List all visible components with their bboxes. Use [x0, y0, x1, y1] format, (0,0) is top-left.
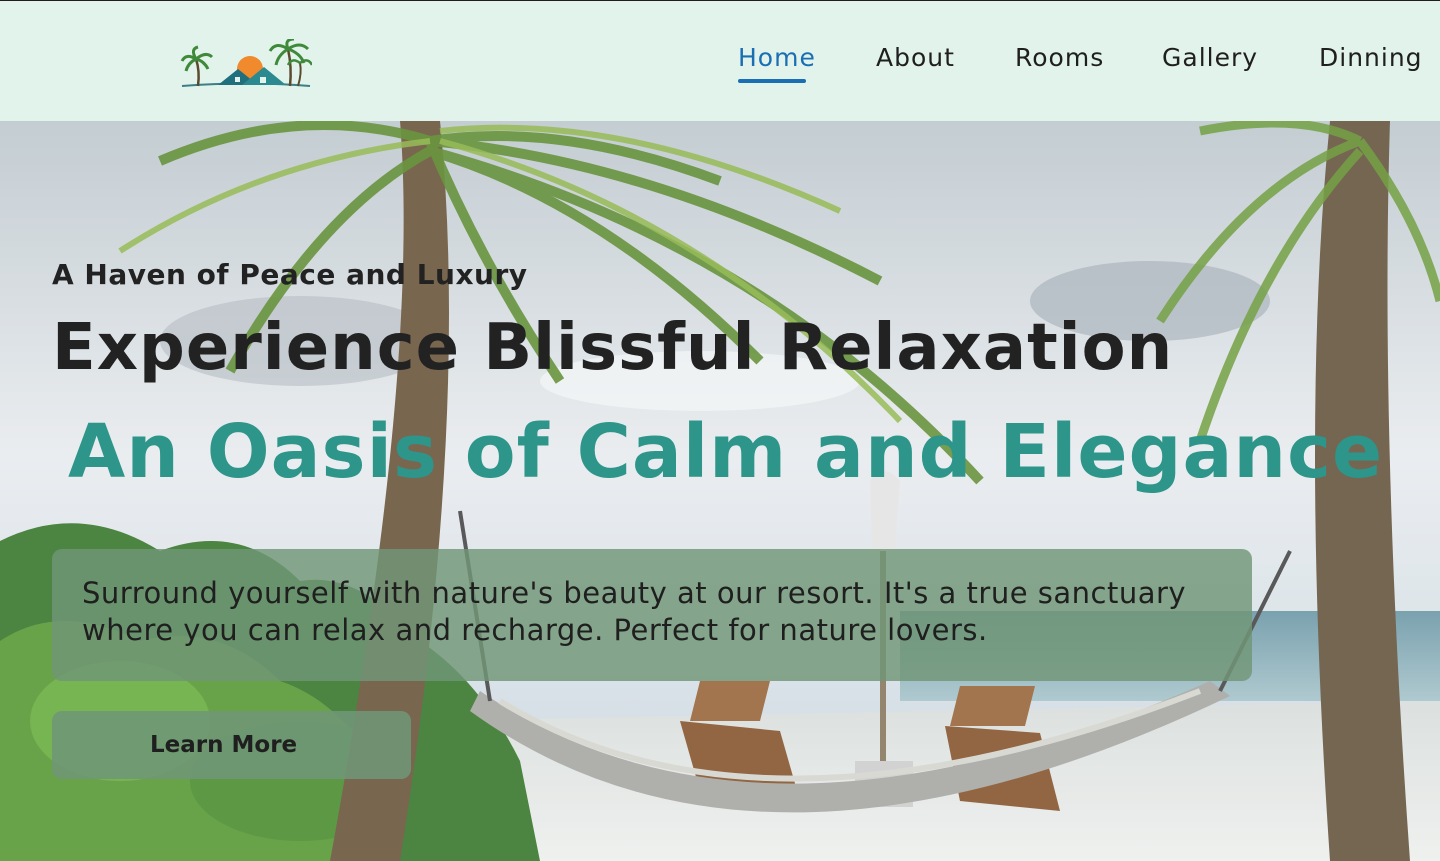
nav-rooms[interactable]: Rooms — [1015, 43, 1104, 72]
hero-description-panel: Surround yourself with nature's beauty a… — [52, 549, 1252, 681]
hero-headline: Experience Blissful Relaxation — [52, 311, 1174, 385]
nav-home[interactable]: Home — [738, 43, 816, 72]
hero-tagline: A Haven of Peace and Luxury — [52, 258, 528, 291]
site-header: Home About Rooms Gallery Dinning — [0, 1, 1440, 121]
main-nav: Home About Rooms Gallery Dinning — [0, 43, 1440, 83]
hero-subheadline: An Oasis of Calm and Elegance — [68, 409, 1384, 495]
active-nav-underline — [738, 79, 806, 83]
nav-about[interactable]: About — [876, 43, 955, 72]
hero-section: A Haven of Peace and Luxury Experience B… — [0, 121, 1440, 861]
learn-more-button[interactable]: Learn More — [52, 711, 411, 779]
nav-dinning[interactable]: Dinning — [1319, 43, 1423, 72]
nav-gallery[interactable]: Gallery — [1162, 43, 1258, 72]
hero-description: Surround yourself with nature's beauty a… — [82, 576, 1187, 647]
